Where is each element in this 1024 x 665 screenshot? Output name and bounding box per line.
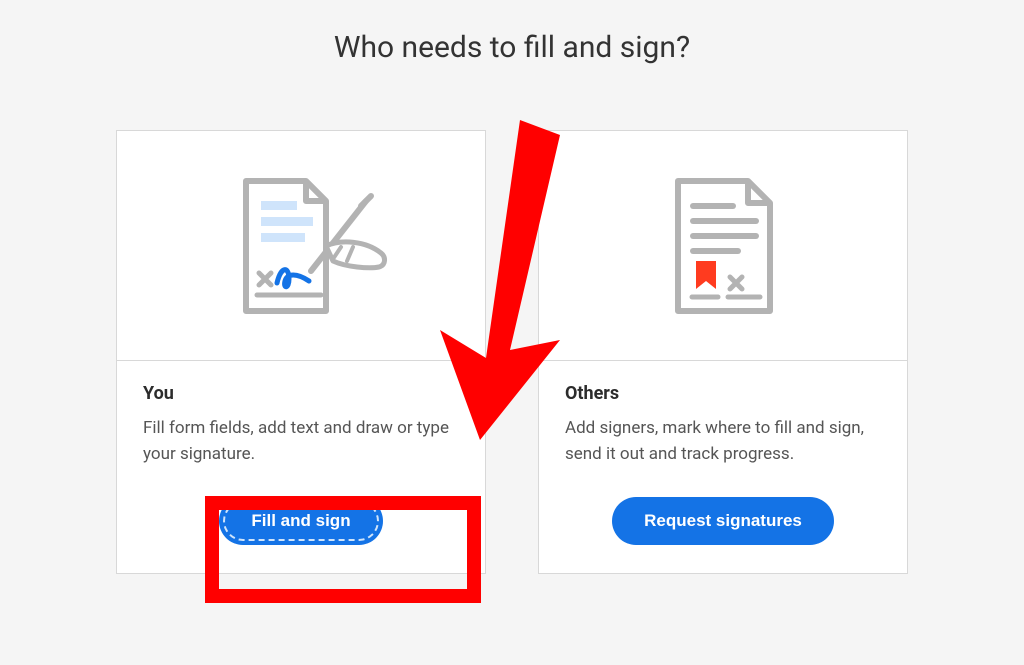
card-others-illustration — [539, 131, 907, 361]
page-title: Who needs to fill and sign? — [334, 30, 690, 65]
fill-and-sign-button[interactable]: Fill and sign — [219, 497, 382, 545]
card-you: You Fill form fields, add text and draw … — [116, 130, 486, 574]
sign-document-icon — [201, 161, 401, 331]
cards-row: You Fill form fields, add text and draw … — [116, 130, 908, 574]
request-document-icon — [638, 161, 808, 331]
card-you-heading: You — [143, 383, 459, 404]
card-you-desc: Fill form fields, add text and draw or t… — [143, 416, 459, 467]
card-others: Others Add signers, mark where to fill a… — [538, 130, 908, 574]
request-signatures-button[interactable]: Request signatures — [612, 497, 834, 545]
card-you-illustration — [117, 131, 485, 361]
card-others-heading: Others — [565, 383, 881, 404]
card-others-desc: Add signers, mark where to fill and sign… — [565, 416, 881, 467]
